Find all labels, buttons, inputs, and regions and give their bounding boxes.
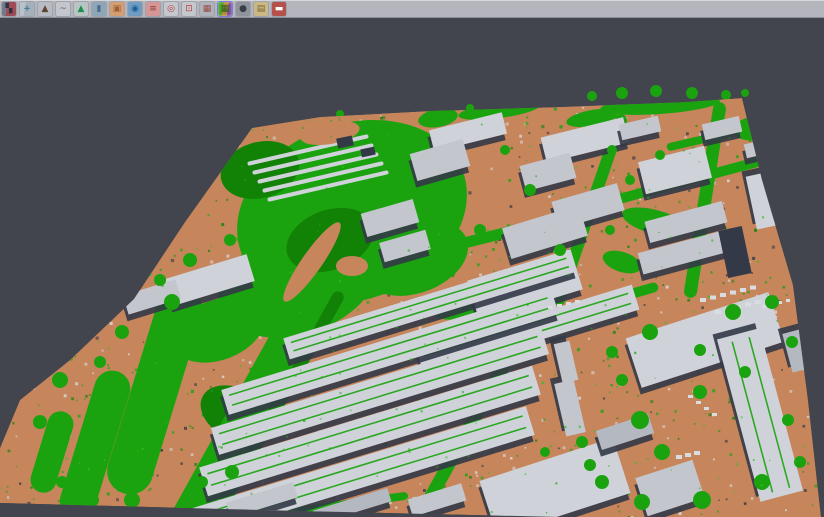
panel-icon-glyph: ▮: [97, 5, 102, 14]
mountain-icon-glyph: ▲: [42, 5, 49, 14]
table-icon[interactable]: ▤: [254, 2, 268, 16]
target-icon[interactable]: ◎: [164, 2, 178, 16]
globe-icon[interactable]: ◉: [128, 2, 142, 16]
flag-icon-glyph: ▬: [275, 5, 284, 14]
pan-icon[interactable]: +: [20, 2, 34, 16]
select-icon-glyph: ▚: [6, 5, 13, 14]
layers-icon[interactable]: ≡: [146, 2, 160, 16]
clip-grid-icon-glyph: ▦: [203, 5, 212, 14]
panel-icon[interactable]: ▮: [92, 2, 106, 16]
clip-grid-icon[interactable]: ▦: [200, 2, 214, 16]
zoom-extent-icon-glyph: ⊡: [185, 5, 193, 14]
terrain-icon[interactable]: ▲: [74, 2, 88, 16]
profile-icon[interactable]: ~: [56, 2, 70, 16]
layers-icon-glyph: ≡: [149, 5, 157, 14]
viewport-3d[interactable]: [0, 18, 824, 517]
scene-svg: [0, 18, 824, 517]
orthophoto-icon[interactable]: ▣: [110, 2, 124, 16]
zoom-extent-icon[interactable]: ⊡: [182, 2, 196, 16]
orthophoto-icon-glyph: ▣: [113, 5, 122, 14]
table-icon-glyph: ▤: [257, 5, 266, 14]
select-icon[interactable]: ▚: [2, 2, 16, 16]
flag-icon[interactable]: ▬: [272, 2, 286, 16]
pan-icon-glyph: +: [23, 5, 31, 14]
profile-icon-glyph: ~: [59, 5, 67, 14]
target-icon-glyph: ◎: [167, 5, 175, 14]
classification-icon-glyph: ▦: [221, 5, 230, 14]
globe-icon-glyph: ◉: [131, 5, 139, 14]
classification-icon[interactable]: ▦: [218, 2, 232, 16]
toolbar: ▚ + ▲ ~ ▲ ▮ ▣ ◉ ≡ ◎ ⊡ ▦ ▦ ● ▤ ▬: [0, 0, 824, 18]
mountain-icon[interactable]: ▲: [38, 2, 52, 16]
terrain-icon-glyph: ▲: [78, 5, 85, 14]
sphere-icon[interactable]: ●: [236, 2, 250, 16]
app-window: { "app": { "background": "#42454e" }, "t…: [0, 0, 824, 517]
sphere-icon-glyph: ●: [239, 5, 247, 14]
